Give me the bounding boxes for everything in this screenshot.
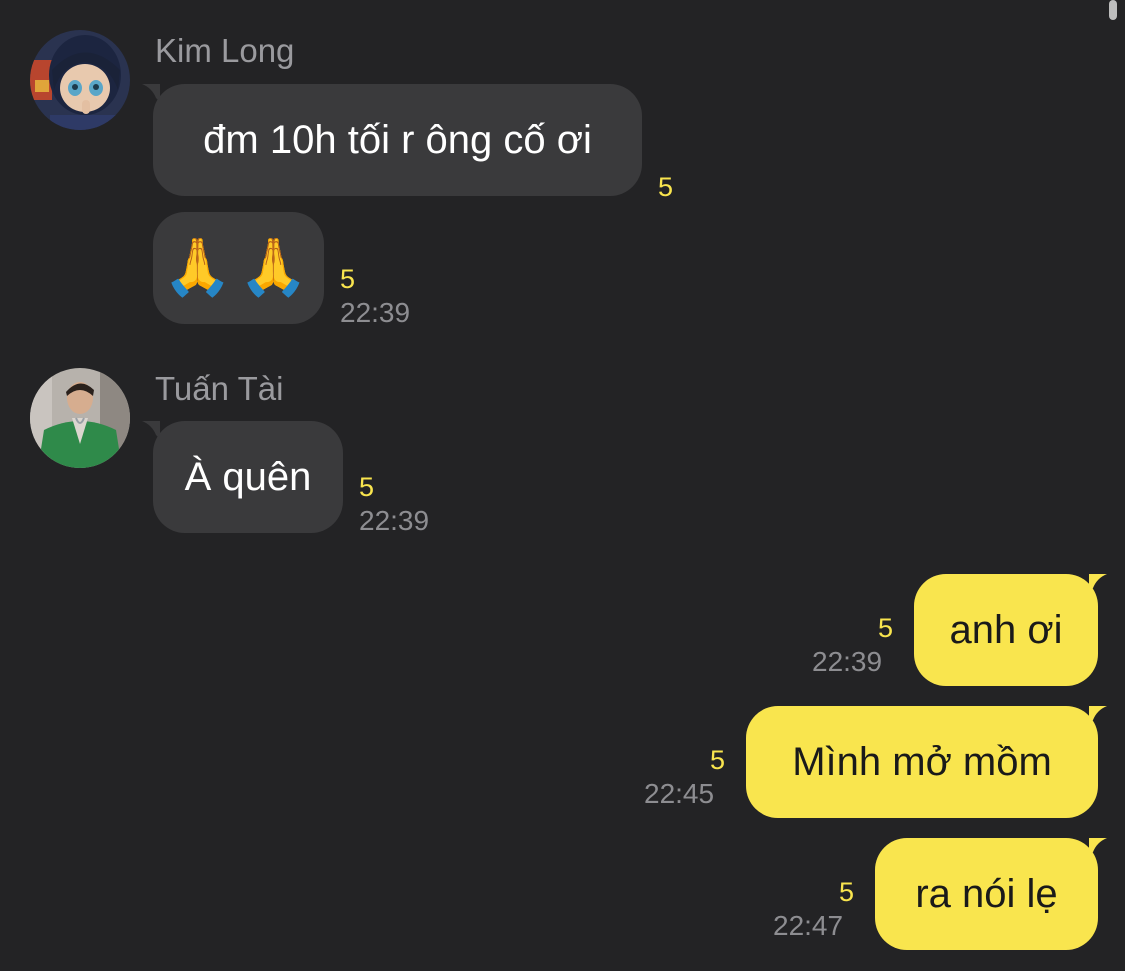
read-count: 5 <box>340 264 356 294</box>
scrollbar[interactable] <box>1109 0 1117 20</box>
message-text: đm 10h tối r ông cố ơi <box>203 118 592 162</box>
message-time: 22:45 <box>644 778 715 809</box>
message-bubble-incoming[interactable]: 🙏🙏 <box>153 212 324 324</box>
message-bubble-outgoing[interactable]: ra nói lẹ <box>875 838 1098 950</box>
read-count: 5 <box>359 472 375 502</box>
message-time: 22:39 <box>340 297 411 328</box>
anime-character-avatar-image <box>30 30 130 130</box>
sender-name: Kim Long <box>155 32 295 69</box>
message-text: Mình mở mồm <box>792 740 1052 784</box>
person-green-jacket-avatar-image <box>30 368 130 468</box>
read-count: 5 <box>839 877 855 907</box>
avatar-tuan-tai[interactable] <box>30 368 130 468</box>
sender-name: Tuấn Tài <box>155 370 284 407</box>
praying-hands-emoji: 🙏🙏 <box>162 235 315 300</box>
message-bubble-incoming[interactable]: đm 10h tối r ông cố ơi <box>153 84 642 196</box>
message-bubble-outgoing[interactable]: Mình mở mồm <box>746 706 1098 818</box>
read-count: 5 <box>658 172 674 202</box>
message-bubble-outgoing[interactable]: anh ơi <box>914 574 1098 686</box>
message-text: ra nói lẹ <box>915 872 1058 916</box>
read-count: 5 <box>878 613 894 643</box>
message-bubble-incoming[interactable]: À quên <box>153 421 343 533</box>
message-time: 22:47 <box>773 910 844 941</box>
read-count: 5 <box>710 745 726 775</box>
message-time: 22:39 <box>812 646 883 677</box>
message-text: À quên <box>184 455 312 499</box>
message-text: anh ơi <box>949 608 1063 652</box>
message-time: 22:39 <box>359 505 430 536</box>
avatar-kim-long[interactable] <box>30 30 130 130</box>
